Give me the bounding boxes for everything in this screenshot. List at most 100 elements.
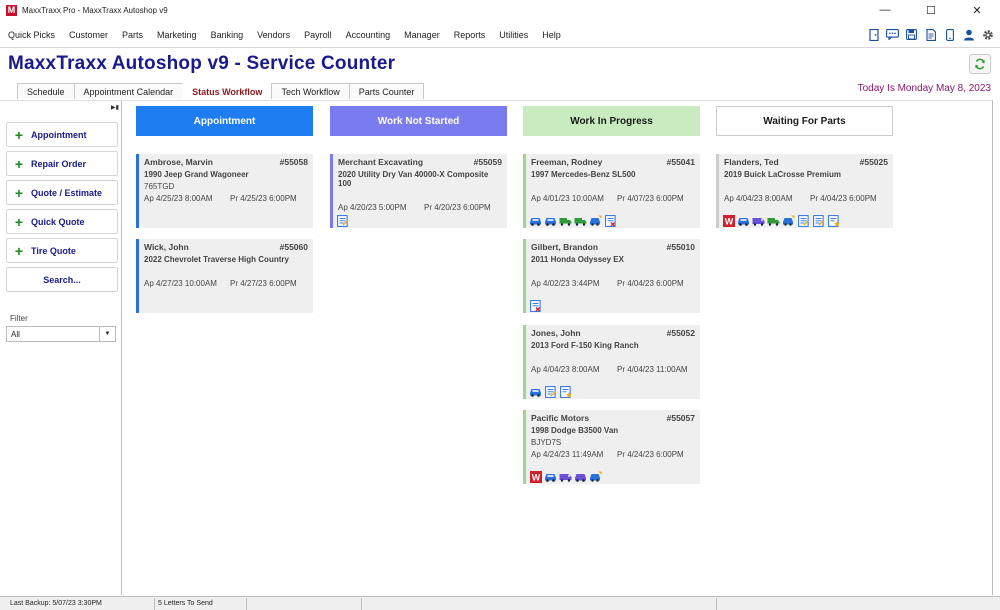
wrench-car-icon[interactable] bbox=[782, 215, 795, 226]
truck-green-icon[interactable] bbox=[559, 215, 572, 226]
customer-name: Pacific Motors bbox=[531, 413, 590, 423]
note-icon[interactable] bbox=[544, 385, 557, 398]
refresh-button[interactable] bbox=[969, 54, 991, 74]
tab-appointment-calendar[interactable]: Appointment Calendar bbox=[73, 83, 184, 99]
plus-icon: + bbox=[14, 155, 24, 172]
license-plate bbox=[526, 264, 700, 276]
letters-to-send-status[interactable]: 5 Letters To Send bbox=[155, 597, 247, 610]
work-order-card[interactable]: Ambrose, Marvin #55058 1990 Jeep Grand Wag… bbox=[136, 154, 313, 228]
plus-icon: + bbox=[14, 213, 24, 230]
customer-name: Gilbert, Brandon bbox=[531, 242, 599, 252]
search-button[interactable]: Search... bbox=[6, 267, 118, 292]
column-header-waiting-for-parts[interactable]: Waiting For Parts bbox=[716, 106, 893, 136]
work-order-card[interactable]: Merchant Excavating #55059 2020 Utility Dr… bbox=[330, 154, 507, 228]
new-appointment-button[interactable]: + Appointment bbox=[6, 122, 118, 147]
order-number: #55058 bbox=[279, 157, 308, 167]
truck-green-icon[interactable] bbox=[574, 215, 587, 226]
van-purple-icon[interactable] bbox=[559, 471, 572, 482]
door-icon[interactable] bbox=[867, 28, 880, 41]
floppy-disk-icon[interactable] bbox=[905, 28, 918, 41]
maximize-button[interactable]: ☐ bbox=[908, 0, 954, 20]
new-quick-quote-button[interactable]: + Quick Quote bbox=[6, 209, 118, 234]
menu-help[interactable]: Help bbox=[542, 30, 561, 40]
plus-icon: + bbox=[14, 242, 24, 259]
collapse-sidebar-icon[interactable]: ▶▮ bbox=[111, 104, 119, 111]
status-cell-empty bbox=[247, 597, 362, 610]
license-plate bbox=[333, 188, 507, 200]
menu-payroll[interactable]: Payroll bbox=[304, 30, 332, 40]
menu-marketing[interactable]: Marketing bbox=[157, 30, 197, 40]
star-note-icon[interactable] bbox=[559, 385, 572, 398]
column-header-appointment[interactable]: Appointment bbox=[136, 106, 313, 136]
menu-vendors[interactable]: Vendors bbox=[257, 30, 290, 40]
van-purple-icon[interactable] bbox=[752, 215, 765, 226]
w-badge-icon[interactable]: W bbox=[529, 470, 542, 483]
customer-name: Ambrose, Marvin bbox=[144, 157, 213, 167]
car-blue-icon[interactable] bbox=[544, 215, 557, 226]
new-tire-quote-button[interactable]: + Tire Quote bbox=[6, 238, 118, 263]
menu-quick-picks[interactable]: Quick Picks bbox=[8, 30, 55, 40]
note-icon[interactable] bbox=[797, 214, 810, 227]
person-icon[interactable] bbox=[962, 28, 975, 41]
note-icon[interactable] bbox=[812, 214, 825, 227]
close-button[interactable]: ✕ bbox=[954, 0, 1000, 20]
filter-label: Filter bbox=[10, 314, 28, 323]
car-blue-icon[interactable] bbox=[529, 215, 542, 226]
wrench-car-icon[interactable] bbox=[589, 471, 602, 482]
status-cell-empty bbox=[717, 598, 1000, 610]
car-blue-icon[interactable] bbox=[737, 215, 750, 226]
filter-dropdown[interactable]: All ▼ bbox=[6, 326, 116, 342]
star-note-icon[interactable] bbox=[827, 214, 840, 227]
vehicle-description: 1997 Mercedes-Benz SL500 bbox=[531, 170, 636, 179]
refresh-icon bbox=[975, 58, 985, 70]
vehicle-description: 1990 Jeep Grand Wagoneer bbox=[144, 170, 249, 179]
customer-name: Merchant Excavating bbox=[338, 157, 424, 167]
phone-icon[interactable] bbox=[943, 28, 956, 41]
wrench-car-icon[interactable] bbox=[589, 215, 602, 226]
work-order-card[interactable]: Wick, John #55060 2022 Chevrolet Traverse … bbox=[136, 239, 313, 313]
work-order-card[interactable]: Freeman, Rodney #55041 1997 Mercedes-Benz … bbox=[523, 154, 700, 228]
truck-green-icon[interactable] bbox=[767, 215, 780, 226]
menu-manager[interactable]: Manager bbox=[404, 30, 440, 40]
appointment-time: Ap 4/01/23 10:00AM bbox=[531, 194, 604, 203]
column-header-work-not-started[interactable]: Work Not Started bbox=[330, 106, 507, 136]
w-badge-icon[interactable]: W bbox=[722, 214, 735, 227]
column-header-work-in-progress[interactable]: Work In Progress bbox=[523, 106, 700, 136]
chat-icon[interactable] bbox=[886, 28, 899, 41]
menu-customer[interactable]: Customer bbox=[69, 30, 108, 40]
note-red-icon[interactable] bbox=[604, 214, 617, 227]
car-blue-icon[interactable] bbox=[544, 471, 557, 482]
minimize-button[interactable]: — bbox=[862, 0, 908, 20]
car-blue-icon[interactable] bbox=[529, 386, 542, 397]
menu-accounting[interactable]: Accounting bbox=[346, 30, 391, 40]
order-number: #55052 bbox=[666, 328, 695, 338]
tab-schedule[interactable]: Schedule bbox=[17, 83, 75, 99]
menu-utilities[interactable]: Utilities bbox=[499, 30, 528, 40]
tab-status-workflow[interactable]: Status Workflow bbox=[182, 83, 273, 99]
last-backup-status: Last Backup: 5/07/23 3:30PM bbox=[0, 597, 155, 610]
new-repair-order-button[interactable]: + Repair Order bbox=[6, 151, 118, 176]
tab-parts-counter[interactable]: Parts Counter bbox=[348, 83, 425, 99]
vehicle-description: 2013 Ford F-150 King Ranch bbox=[531, 341, 639, 350]
work-order-card[interactable]: Jones, John #55052 2013 Ford F-150 King Ra… bbox=[523, 325, 700, 399]
promised-time: Pr 4/24/23 6:00PM bbox=[617, 450, 684, 459]
gear-icon[interactable] bbox=[981, 28, 994, 41]
filter-value: All bbox=[11, 329, 20, 339]
work-order-card[interactable]: Flanders, Ted #55025 2019 Buick LaCrosse P… bbox=[716, 154, 893, 228]
menu-parts[interactable]: Parts bbox=[122, 30, 143, 40]
appointment-time: Ap 4/02/23 3:44PM bbox=[531, 279, 600, 288]
work-order-card[interactable]: Pacific Motors #55057 1998 Dodge B3500 Van… bbox=[523, 410, 700, 484]
menu-banking[interactable]: Banking bbox=[211, 30, 244, 40]
order-number: #55041 bbox=[666, 157, 695, 167]
customer-name: Flanders, Ted bbox=[724, 157, 779, 167]
document-icon[interactable] bbox=[924, 28, 937, 41]
status-bar: Last Backup: 5/07/23 3:30PM 5 Letters To… bbox=[0, 596, 1000, 610]
tab-tech-workflow[interactable]: Tech Workflow bbox=[271, 83, 350, 99]
car-purple-icon[interactable] bbox=[574, 471, 587, 482]
note-red-icon[interactable] bbox=[529, 299, 542, 312]
new-quote-estimate-button[interactable]: + Quote / Estimate bbox=[6, 180, 118, 205]
note-icon[interactable] bbox=[336, 214, 349, 227]
work-order-card[interactable]: Gilbert, Brandon #55010 2011 Honda Odyssey… bbox=[523, 239, 700, 313]
appointment-time: Ap 4/24/23 11:49AM bbox=[531, 450, 604, 459]
menu-reports[interactable]: Reports bbox=[454, 30, 486, 40]
